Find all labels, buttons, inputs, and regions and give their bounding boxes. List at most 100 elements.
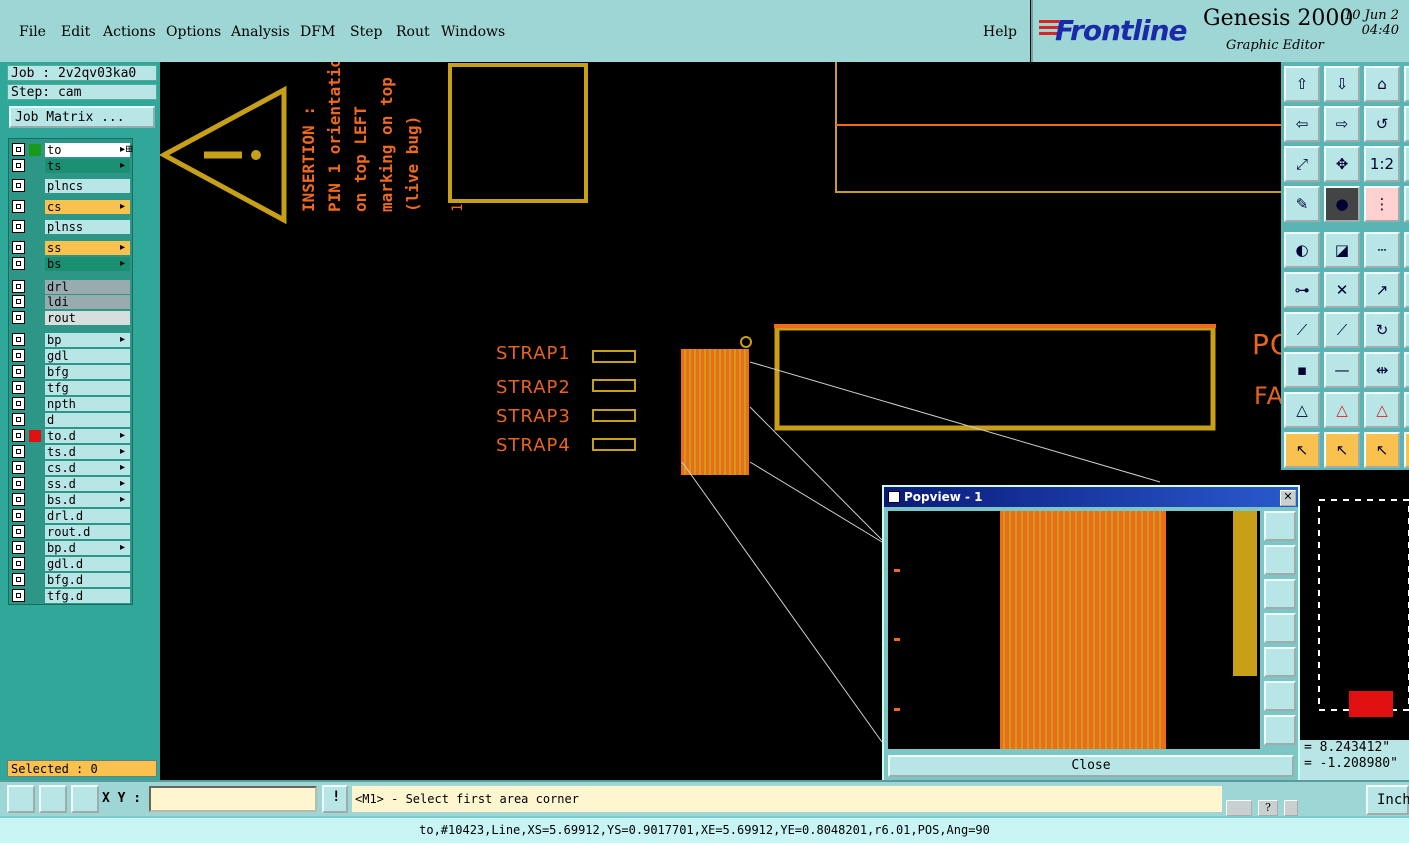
pan-up-button[interactable] bbox=[1264, 545, 1296, 575]
layer-name: bfg.d bbox=[45, 573, 130, 587]
resize-button[interactable]: ⇹ bbox=[1364, 352, 1400, 388]
triangle-blue-button[interactable]: △ bbox=[1364, 392, 1400, 428]
pointer-button[interactable]: ↖ bbox=[1284, 432, 1320, 468]
home-button[interactable]: ⌂ bbox=[1364, 66, 1400, 102]
layer-checkbox[interactable] bbox=[12, 589, 25, 602]
pan-up-button[interactable]: ⇧ bbox=[1284, 66, 1320, 102]
side-b-button[interactable]: □ bbox=[1404, 232, 1409, 268]
properties-button[interactable]: ✎ bbox=[1284, 186, 1320, 222]
help-icon[interactable]: ? bbox=[1258, 800, 1278, 816]
layer-checkbox[interactable] bbox=[12, 311, 25, 324]
snap-button[interactable]: ● bbox=[1324, 186, 1360, 222]
fit-button[interactable]: ⤢ bbox=[1284, 146, 1320, 182]
pointer-b-button[interactable]: ↖ bbox=[1324, 432, 1360, 468]
zoom-out-button[interactable]: ⇲ bbox=[1404, 106, 1409, 142]
menu-file[interactable]: File bbox=[19, 24, 46, 40]
info-button[interactable]: ! bbox=[322, 785, 348, 813]
layer-checkbox[interactable] bbox=[12, 241, 25, 254]
units-button[interactable]: Inch bbox=[1366, 785, 1409, 815]
one-to-one-button[interactable]: 1:2 bbox=[1364, 146, 1400, 182]
move-button[interactable]: — bbox=[1324, 352, 1360, 388]
layer-checkbox[interactable] bbox=[12, 295, 25, 308]
layer-checkbox[interactable] bbox=[12, 573, 25, 586]
menu-analysis[interactable]: Analysis bbox=[231, 24, 290, 40]
triangle-c-button[interactable]: □ bbox=[1404, 392, 1409, 428]
nodes-button[interactable]: ⊶ bbox=[1284, 272, 1320, 308]
layer-checkbox[interactable] bbox=[12, 179, 25, 192]
zoom-in-button[interactable] bbox=[1264, 681, 1296, 711]
overview-map[interactable] bbox=[1281, 470, 1409, 740]
layer-checkbox[interactable] bbox=[12, 349, 25, 362]
line-button[interactable]: ⟋ bbox=[1284, 312, 1320, 348]
layer-checkbox[interactable] bbox=[12, 333, 25, 346]
fit-center-button[interactable]: ✥ bbox=[1324, 146, 1360, 182]
menu-help[interactable]: Help bbox=[983, 24, 1017, 40]
pan-down-button[interactable] bbox=[1264, 579, 1296, 609]
xy-input[interactable] bbox=[149, 786, 317, 812]
zoom-window-button[interactable] bbox=[1264, 511, 1296, 541]
layer-checkbox[interactable] bbox=[12, 509, 25, 522]
job-matrix-button[interactable]: Job Matrix ... bbox=[9, 106, 155, 128]
triangle-red-button[interactable]: △ bbox=[1324, 392, 1360, 428]
grid-button[interactable] bbox=[71, 785, 99, 813]
cross-button[interactable]: ✕ bbox=[1324, 272, 1360, 308]
undo-button[interactable]: ↺ bbox=[1364, 106, 1400, 142]
pad-add-button[interactable]: ▪ bbox=[1284, 352, 1320, 388]
zoom-in-button[interactable]: ⇱ bbox=[1404, 66, 1409, 102]
layer-checkbox[interactable] bbox=[12, 280, 25, 293]
layer-checkbox[interactable] bbox=[12, 159, 25, 172]
arc-b-button[interactable]: □ bbox=[1404, 312, 1409, 348]
layer-checkbox[interactable] bbox=[12, 397, 25, 410]
menu-actions[interactable]: Actions bbox=[103, 24, 156, 40]
menu-windows[interactable]: Windows bbox=[441, 24, 505, 40]
select-net-button[interactable]: ◪ bbox=[1324, 232, 1360, 268]
mirror-button[interactable]: △ bbox=[1284, 392, 1320, 428]
measure-button[interactable]: ┄ bbox=[1364, 232, 1400, 268]
layer-checkbox[interactable] bbox=[12, 557, 25, 570]
layer-checkbox[interactable] bbox=[12, 477, 25, 490]
grid-button[interactable]: ▦ bbox=[1404, 186, 1409, 222]
pan-right-button[interactable]: ⇨ bbox=[1324, 106, 1360, 142]
connect-button[interactable]: ↗ bbox=[1364, 272, 1400, 308]
snap-button[interactable] bbox=[7, 785, 35, 813]
zoom-area-button[interactable]: ⊞ bbox=[1404, 146, 1409, 182]
spinner-icon[interactable] bbox=[1284, 800, 1298, 816]
popview-titlebar[interactable]: Popview - 1 ✕ bbox=[884, 487, 1298, 507]
keyboard-icon[interactable] bbox=[1226, 800, 1252, 816]
layer-checkbox[interactable] bbox=[12, 493, 25, 506]
popview-canvas[interactable] bbox=[888, 511, 1260, 749]
layer-checkbox[interactable] bbox=[12, 257, 25, 270]
layers-button[interactable]: ⋮ bbox=[1364, 186, 1400, 222]
resize-b-button[interactable]: □ bbox=[1404, 352, 1409, 388]
side-c-button[interactable]: □ bbox=[1404, 272, 1409, 308]
feature-info-button[interactable]: ◐ bbox=[1284, 232, 1320, 268]
layer-checkbox[interactable] bbox=[12, 365, 25, 378]
layer-checkbox[interactable] bbox=[12, 525, 25, 538]
zoom-out-button[interactable] bbox=[1264, 715, 1296, 745]
close-button[interactable]: Close bbox=[888, 755, 1294, 777]
pan-left-button[interactable]: ⇦ bbox=[1284, 106, 1320, 142]
menu-edit[interactable]: Edit bbox=[61, 24, 90, 40]
layer-checkbox[interactable] bbox=[12, 200, 25, 213]
close-icon[interactable]: ✕ bbox=[1280, 490, 1296, 506]
menu-rout[interactable]: Rout bbox=[396, 24, 430, 40]
layer-checkbox[interactable] bbox=[12, 541, 25, 554]
layer-checkbox[interactable] bbox=[12, 413, 25, 426]
menu-options[interactable]: Options bbox=[166, 24, 221, 40]
layer-checkbox[interactable] bbox=[12, 381, 25, 394]
pan-down-button[interactable]: ⇩ bbox=[1324, 66, 1360, 102]
measure-button[interactable] bbox=[39, 785, 67, 813]
layer-checkbox[interactable] bbox=[12, 220, 25, 233]
menu-step[interactable]: Step bbox=[350, 24, 382, 40]
layer-checkbox[interactable] bbox=[12, 461, 25, 474]
layer-checkbox[interactable] bbox=[12, 445, 25, 458]
draw-line-button[interactable]: ⟋ bbox=[1324, 312, 1360, 348]
pan-right-button[interactable] bbox=[1264, 647, 1296, 677]
pointer-c-button[interactable]: ↖ bbox=[1364, 432, 1400, 468]
pan-left-button[interactable] bbox=[1264, 613, 1296, 643]
layer-checkbox[interactable] bbox=[12, 143, 25, 156]
menu-dfm[interactable]: DFM bbox=[300, 24, 335, 40]
arc-button[interactable]: ↻ bbox=[1364, 312, 1400, 348]
layer-checkbox[interactable] bbox=[12, 429, 25, 442]
pointer-d-button[interactable]: □ bbox=[1404, 432, 1409, 468]
